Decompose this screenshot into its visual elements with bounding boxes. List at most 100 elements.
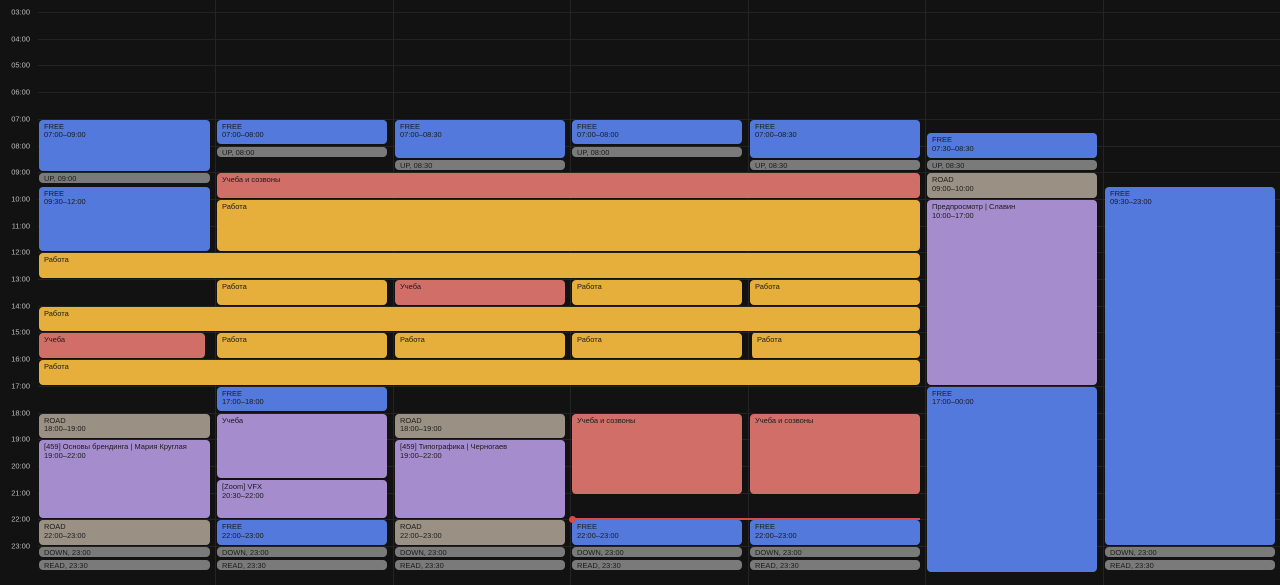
- event-title: Учеба и созвоны: [577, 416, 636, 425]
- event-work[interactable]: Работа: [39, 306, 920, 332]
- event-time: 17:00–00:00: [932, 398, 974, 407]
- event-work[interactable]: Работа: [217, 333, 387, 359]
- event-title: ROAD: [44, 523, 66, 532]
- event-free[interactable]: FREE 07:00–08:00: [217, 119, 387, 145]
- event-gray[interactable]: DOWN, 23:00: [750, 547, 920, 557]
- event-purple[interactable]: Учеба: [217, 413, 387, 479]
- event-study[interactable]: Учеба и созвоны: [750, 413, 920, 495]
- event-free[interactable]: FREE 09:30–12:00: [39, 186, 210, 252]
- event-gray[interactable]: READ, 23:30: [1105, 560, 1275, 571]
- event-work[interactable]: Работа: [217, 199, 920, 252]
- event-time: 22:00–23:00: [400, 531, 442, 540]
- event-title: FREE: [932, 389, 953, 398]
- event-work[interactable]: Работа: [39, 253, 920, 278]
- event-title: Предпросмотр | Славин: [932, 202, 1016, 211]
- event-title: Работа: [577, 283, 602, 291]
- event-title: Работа: [755, 283, 780, 291]
- event-study[interactable]: Учеба и созвоны: [572, 413, 742, 495]
- event-gray[interactable]: READ, 23:30: [750, 560, 920, 571]
- event-title: Работа: [44, 309, 69, 318]
- event-study[interactable]: Учеба: [39, 333, 205, 359]
- event-time: 07:00–08:30: [755, 131, 797, 140]
- event-purple[interactable]: [459] Типографика | Черногаев 19:00–22:00: [395, 440, 565, 519]
- event-time: 22:00–23:00: [44, 531, 86, 540]
- event-work[interactable]: Работа: [750, 280, 920, 305]
- event-title: Учеба: [222, 416, 244, 425]
- event-time: 18:00–19:00: [400, 425, 442, 434]
- event-gray[interactable]: UP, 09:00: [39, 173, 210, 184]
- event-free[interactable]: FREE 22:00–23:00: [572, 520, 742, 545]
- event-time: 09:30–23:00: [1110, 198, 1152, 207]
- event-time: 20:30–22:00: [222, 491, 264, 500]
- event-gray[interactable]: READ, 23:30: [39, 560, 210, 571]
- event-free[interactable]: FREE 07:00–08:30: [750, 119, 920, 158]
- event-title: READ, 23:30: [577, 562, 621, 571]
- event-free[interactable]: FREE 07:00–08:30: [395, 119, 565, 158]
- event-title: FREE: [755, 122, 776, 131]
- event-work[interactable]: Работа: [395, 333, 565, 359]
- event-gray[interactable]: READ, 23:30: [572, 560, 742, 571]
- event-study[interactable]: Учеба и созвоны: [217, 173, 920, 198]
- event-free[interactable]: FREE 17:00–00:00: [927, 386, 1097, 572]
- event-work[interactable]: Работа: [39, 360, 920, 385]
- event-title: DOWN, 23:00: [1110, 549, 1157, 557]
- event-title: Работа: [222, 283, 247, 291]
- event-title: READ, 23:30: [755, 562, 799, 571]
- event-time: 19:00–22:00: [44, 451, 86, 460]
- current-time-line: [572, 518, 920, 521]
- event-gray[interactable]: DOWN, 23:00: [39, 547, 210, 557]
- event-free[interactable]: FREE 07:00–08:00: [572, 119, 742, 145]
- event-title: Учеба и созвоны: [755, 416, 814, 425]
- event-road[interactable]: ROAD 09:00–10:00: [927, 173, 1097, 198]
- event-title: [459] Основы брендинга | Мария Круглая: [44, 443, 187, 452]
- event-title: Работа: [44, 256, 69, 265]
- event-gray[interactable]: UP, 08:00: [572, 146, 742, 157]
- event-free[interactable]: FREE 22:00–23:00: [217, 520, 387, 545]
- event-free[interactable]: FREE 22:00–23:00: [750, 520, 920, 545]
- event-gray[interactable]: DOWN, 23:00: [217, 547, 387, 557]
- event-gray[interactable]: DOWN, 23:00: [395, 547, 565, 557]
- event-gray[interactable]: UP, 08:30: [927, 159, 1097, 170]
- event-gray[interactable]: DOWN, 23:00: [1105, 547, 1275, 557]
- event-work[interactable]: Работа: [572, 280, 742, 305]
- event-time: 07:30–08:30: [932, 144, 974, 153]
- event-road[interactable]: ROAD 18:00–19:00: [39, 413, 210, 439]
- event-free[interactable]: FREE 17:00–18:00: [217, 386, 387, 412]
- event-work[interactable]: Работа: [572, 333, 742, 359]
- event-purple[interactable]: Предпросмотр | Славин 10:00–17:00: [927, 199, 1097, 385]
- event-road[interactable]: ROAD 22:00–23:00: [39, 520, 210, 545]
- event-study[interactable]: Учеба: [395, 280, 565, 305]
- events-layer: FREE 07:00–09:00 UP, 09:00 FREE 09:30–12:00 Р…: [0, 0, 1280, 585]
- event-free[interactable]: FREE 07:00–09:00: [39, 119, 210, 172]
- event-free[interactable]: FREE 09:30–23:00: [1105, 186, 1275, 545]
- event-gray[interactable]: READ, 23:30: [217, 560, 387, 571]
- event-title: READ, 23:30: [1110, 562, 1154, 571]
- event-free[interactable]: FREE 07:30–08:30: [927, 133, 1097, 158]
- event-title: UP, 08:30: [932, 161, 965, 170]
- event-purple[interactable]: [Zoom] VFX 20:30–22:00: [217, 480, 387, 519]
- event-title: UP, 09:00: [44, 175, 77, 184]
- event-title: FREE: [577, 122, 598, 131]
- event-work[interactable]: Работа: [217, 280, 387, 305]
- event-gray[interactable]: UP, 08:00: [217, 146, 387, 157]
- event-title: Работа: [577, 336, 602, 345]
- event-time: 07:00–08:00: [222, 131, 264, 140]
- event-title: DOWN, 23:00: [577, 549, 624, 557]
- event-road[interactable]: ROAD 22:00–23:00: [395, 520, 565, 545]
- event-time: 07:00–09:00: [44, 131, 86, 140]
- event-time: 22:00–23:00: [755, 531, 797, 540]
- event-title: DOWN, 23:00: [400, 549, 447, 557]
- event-gray[interactable]: DOWN, 23:00: [572, 547, 742, 557]
- event-title: FREE: [1110, 189, 1131, 198]
- event-gray[interactable]: UP, 08:30: [395, 159, 565, 170]
- event-title: FREE: [755, 523, 776, 532]
- event-gray[interactable]: READ, 23:30: [395, 560, 565, 571]
- event-purple[interactable]: [459] Основы брендинга | Мария Круглая 19…: [39, 440, 210, 519]
- event-title: FREE: [222, 389, 243, 398]
- event-gray[interactable]: UP, 08:30: [750, 159, 920, 170]
- event-time: 07:00–08:30: [400, 131, 442, 140]
- event-road[interactable]: ROAD 18:00–19:00: [395, 413, 565, 439]
- event-title: ROAD: [932, 176, 954, 185]
- event-work[interactable]: Работа: [750, 333, 920, 359]
- event-title: READ, 23:30: [400, 562, 444, 571]
